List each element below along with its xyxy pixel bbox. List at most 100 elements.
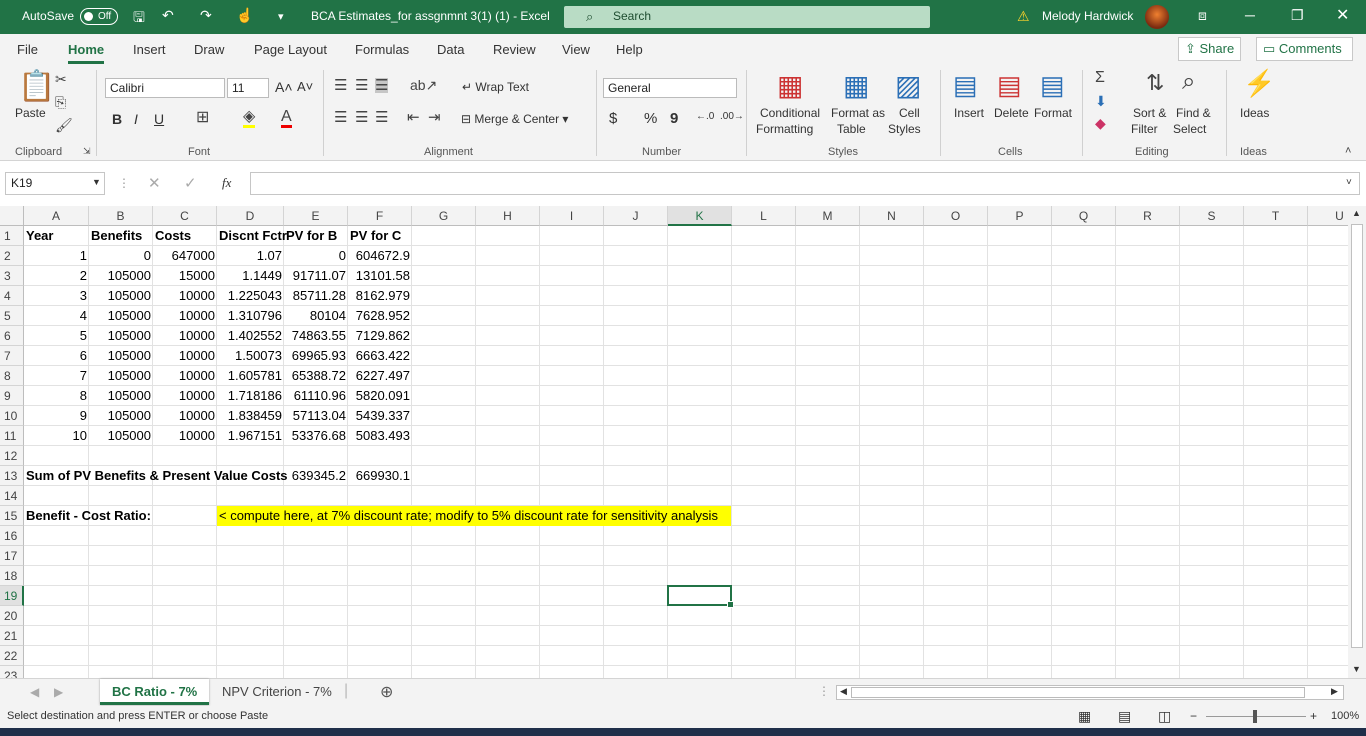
data-cell-b10[interactable]: 105000 [91, 406, 151, 426]
next-sheet-icon[interactable]: ▶ [54, 685, 63, 699]
zoom-out-icon[interactable]: − [1190, 709, 1197, 723]
tab-review[interactable]: Review [493, 42, 536, 57]
paste-button[interactable]: Paste [15, 106, 46, 120]
format-as-table-button[interactable]: Format as [831, 106, 885, 120]
data-cell-e3[interactable]: 91711.07 [286, 266, 346, 286]
avatar[interactable] [1145, 5, 1169, 29]
underline-button[interactable]: U [154, 111, 164, 127]
data-cell-d10[interactable]: 1.838459 [219, 406, 282, 426]
scroll-right-icon[interactable]: ▶ [1331, 686, 1338, 697]
delete-cells-icon[interactable]: ▤ [997, 72, 1022, 98]
row-header-21[interactable]: 21 [0, 626, 24, 646]
cut-icon[interactable]: ✂ [55, 72, 67, 86]
clear-icon[interactable]: ◆ [1095, 116, 1106, 130]
instruction-note-cell[interactable]: < compute here, at 7% discount rate; mod… [217, 506, 731, 526]
data-cell-a10[interactable]: 9 [26, 406, 87, 426]
paste-icon[interactable]: 📋 [18, 72, 55, 102]
row-header-18[interactable]: 18 [0, 566, 24, 586]
ideas-button[interactable]: Ideas [1240, 106, 1269, 120]
save-icon[interactable]: 🖫 [133, 7, 145, 31]
find-select-button-line2[interactable]: Select [1173, 122, 1206, 136]
data-cell-f6[interactable]: 7129.862 [350, 326, 410, 346]
data-cell-c9[interactable]: 10000 [155, 386, 215, 406]
row-header-15[interactable]: 15 [0, 506, 24, 526]
formula-input[interactable] [250, 172, 1360, 195]
wrap-text-button[interactable]: ↵ Wrap Text [462, 80, 529, 94]
row-header-7[interactable]: 7 [0, 346, 24, 366]
sum-label-cell[interactable]: Sum of PV Benefits & Present Value Costs [26, 466, 288, 486]
align-bottom-icon[interactable]: ☰ [375, 78, 389, 93]
data-cell-a6[interactable]: 5 [26, 326, 87, 346]
row-header-1[interactable]: 1 [0, 226, 24, 246]
dialog-launcher-icon[interactable]: ⇲ [83, 147, 91, 156]
increase-font-icon[interactable]: A˄ [275, 79, 293, 95]
format-as-table-button-line2[interactable]: Table [837, 122, 866, 136]
italic-button[interactable]: I [134, 111, 138, 127]
scroll-down-icon[interactable]: ▼ [1352, 664, 1361, 674]
ribbon-display-icon[interactable]: ⧈ [1198, 7, 1207, 24]
data-cell-c8[interactable]: 10000 [155, 366, 215, 386]
cell-styles-button[interactable]: Cell [899, 106, 920, 120]
sheet-tab-bc-ratio[interactable]: BC Ratio - 7% [100, 679, 210, 705]
select-all-corner[interactable] [0, 206, 24, 226]
cell-styles-button-line2[interactable]: Styles [888, 122, 921, 136]
data-cell-b4[interactable]: 105000 [91, 286, 151, 306]
spreadsheet-grid[interactable]: A B C D E F G H I J K L M N O P Q R S T U 1 2 3 4 5 6 7 8 9 10 11 12 13 14… [0, 206, 1348, 678]
row-header-23[interactable]: 23 [0, 666, 24, 678]
header-cell-f[interactable]: PV for C [350, 226, 410, 246]
undo-icon[interactable]: ↶ [162, 7, 174, 24]
align-top-icon[interactable]: ☰ [334, 78, 347, 93]
currency-button[interactable]: $ [609, 110, 617, 127]
column-header-c[interactable]: C [153, 206, 217, 226]
tab-page-layout[interactable]: Page Layout [254, 42, 327, 57]
data-cell-a3[interactable]: 2 [26, 266, 87, 286]
align-left-icon[interactable]: ☰ [334, 110, 347, 125]
row-header-6[interactable]: 6 [0, 326, 24, 346]
row-header-14[interactable]: 14 [0, 486, 24, 506]
increase-decimal-icon[interactable]: ←.0 [696, 111, 714, 122]
ideas-icon[interactable]: ⚡ [1243, 70, 1275, 96]
conditional-formatting-button[interactable]: Conditional [760, 106, 820, 120]
column-header-n[interactable]: N [860, 206, 924, 226]
data-cell-e6[interactable]: 74863.55 [286, 326, 346, 346]
percent-button[interactable]: % [644, 110, 657, 127]
data-cell-a2[interactable]: 1 [26, 246, 87, 266]
data-cell-d6[interactable]: 1.402552 [219, 326, 282, 346]
tab-view[interactable]: View [562, 42, 590, 57]
vertical-scrollbar[interactable]: ▲ ▼ [1348, 206, 1366, 678]
insert-cells-button[interactable]: Insert [954, 106, 984, 120]
data-cell-c5[interactable]: 10000 [155, 306, 215, 326]
prev-sheet-icon[interactable]: ◀ [30, 685, 39, 699]
zoom-in-icon[interactable]: + [1310, 709, 1317, 723]
align-center-icon[interactable]: ☰ [355, 110, 368, 125]
expand-formula-icon[interactable]: ˅ [1346, 177, 1352, 188]
data-cell-e2[interactable]: 0 [286, 246, 346, 266]
decrease-font-icon[interactable]: A˅ [297, 79, 313, 94]
tab-file[interactable]: File [17, 42, 38, 57]
column-header-b[interactable]: B [89, 206, 153, 226]
row-header-12[interactable]: 12 [0, 446, 24, 466]
column-header-g[interactable]: G [412, 206, 476, 226]
close-icon[interactable]: ✕ [1336, 5, 1349, 25]
column-header-a[interactable]: A [24, 206, 89, 226]
row-header-3[interactable]: 3 [0, 266, 24, 286]
column-header-t[interactable]: T [1244, 206, 1308, 226]
data-cell-f4[interactable]: 8162.979 [350, 286, 410, 306]
scroll-up-icon[interactable]: ▲ [1352, 208, 1361, 218]
row-header-10[interactable]: 10 [0, 406, 24, 426]
restore-icon[interactable]: ❐ [1291, 7, 1304, 24]
data-cell-d8[interactable]: 1.605781 [219, 366, 282, 386]
header-cell-b[interactable]: Benefits [91, 226, 151, 246]
autosum-icon[interactable]: Σ [1095, 70, 1105, 86]
data-cell-d7[interactable]: 1.50073 [219, 346, 282, 366]
data-cell-d3[interactable]: 1.1449 [219, 266, 282, 286]
data-cell-b5[interactable]: 105000 [91, 306, 151, 326]
column-header-m[interactable]: M [796, 206, 860, 226]
data-cell-f5[interactable]: 7628.952 [350, 306, 410, 326]
data-cell-e11[interactable]: 53376.68 [286, 426, 346, 446]
share-button[interactable]: ⇪ Share [1178, 37, 1242, 61]
normal-view-icon[interactable]: ▦ [1078, 708, 1091, 725]
function-icon[interactable]: fx [222, 175, 231, 191]
horizontal-scrollbar[interactable]: ◀ ▶ [836, 685, 1344, 700]
sum-pv-benefits-cell[interactable]: 639345.2 [286, 466, 346, 486]
